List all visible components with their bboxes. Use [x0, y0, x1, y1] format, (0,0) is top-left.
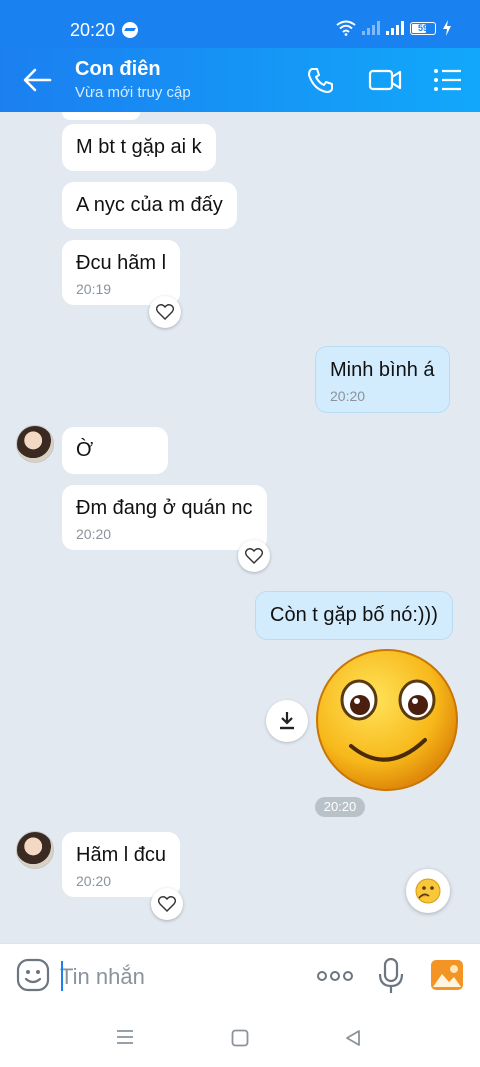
charging-icon: [443, 20, 451, 36]
battery-level: 59: [417, 22, 428, 33]
message-time: 20:20: [76, 873, 112, 889]
more-options-icon[interactable]: [316, 966, 354, 986]
system-navigation-bar: [0, 1009, 480, 1067]
message-bubble-outgoing[interactable]: Còn t gặp bố nó:))): [255, 591, 453, 640]
message-bubble-incoming[interactable]: Hãm l đcu 20:20: [62, 832, 181, 897]
previous-message-bubble: [62, 112, 140, 120]
heart-icon: [158, 896, 176, 912]
signal-sim2-icon: [386, 21, 404, 35]
react-heart-button[interactable]: [149, 296, 181, 328]
thinking-emoji-icon: [415, 878, 441, 904]
status-time: 20:20: [70, 20, 116, 40]
message-time: 20:19: [76, 281, 112, 297]
contact-status: Vừa mới truy cập: [75, 84, 191, 101]
message-bubble-incoming[interactable]: A nyc của m đấy: [62, 182, 237, 229]
sticker-time: 20:20: [315, 797, 365, 817]
home-icon[interactable]: [231, 1029, 249, 1047]
message-time: 20:20: [76, 526, 112, 542]
message-text: Minh bình á: [330, 359, 435, 381]
text-cursor: [61, 961, 63, 991]
wifi-icon: [336, 20, 356, 36]
message-text: Hãm l đcu: [76, 844, 167, 866]
message-time: 20:20: [330, 388, 366, 404]
message-bubble-incoming[interactable]: Đm đang ở quán nc 20:20: [62, 485, 267, 550]
message-input-bar: [0, 943, 480, 1009]
download-icon: [280, 712, 294, 730]
message-text: Ờ: [76, 439, 94, 461]
status-bar: 20:20 59: [0, 0, 480, 48]
video-call-icon[interactable]: [368, 66, 402, 94]
message-bubble-incoming[interactable]: Ờ: [62, 427, 168, 474]
message-text: Đm đang ở quán nc: [76, 497, 253, 519]
message-bubble-outgoing[interactable]: Minh bình á 20:20: [315, 346, 450, 413]
system-icons: 59: [336, 20, 452, 36]
chat-header: Con điên Vừa mới truy cập: [0, 48, 480, 112]
back-arrow-icon[interactable]: [22, 66, 52, 94]
smiley-sticker-icon[interactable]: [315, 648, 459, 792]
quick-reaction-button[interactable]: [406, 869, 450, 913]
react-heart-button[interactable]: [238, 540, 270, 572]
contact-name[interactable]: Con điên: [75, 58, 161, 81]
contact-avatar[interactable]: [16, 831, 54, 869]
messenger-icon: [122, 22, 138, 38]
recent-apps-icon[interactable]: [116, 1029, 134, 1045]
battery-icon: 59: [410, 21, 436, 35]
message-bubble-incoming[interactable]: M bt t gặp ai k: [62, 124, 216, 171]
contact-avatar[interactable]: [16, 425, 54, 463]
message-text: Còn t gặp bố nó:))): [270, 604, 438, 626]
heart-icon: [156, 304, 174, 320]
sticker-face-icon[interactable]: [16, 958, 50, 992]
message-input[interactable]: [60, 960, 290, 994]
signal-sim1-icon: [362, 21, 380, 35]
menu-icon[interactable]: [433, 66, 463, 94]
message-text: A nyc của m đấy: [76, 194, 223, 216]
image-gallery-icon[interactable]: [430, 959, 464, 991]
download-button[interactable]: [266, 700, 308, 742]
microphone-icon[interactable]: [378, 958, 404, 994]
back-nav-icon[interactable]: [345, 1029, 361, 1047]
heart-icon: [245, 548, 263, 564]
react-heart-button[interactable]: [151, 888, 183, 920]
message-text: Đcu hãm l: [76, 252, 167, 274]
phone-icon[interactable]: [306, 66, 336, 94]
message-text: M bt t gặp ai k: [76, 136, 202, 158]
